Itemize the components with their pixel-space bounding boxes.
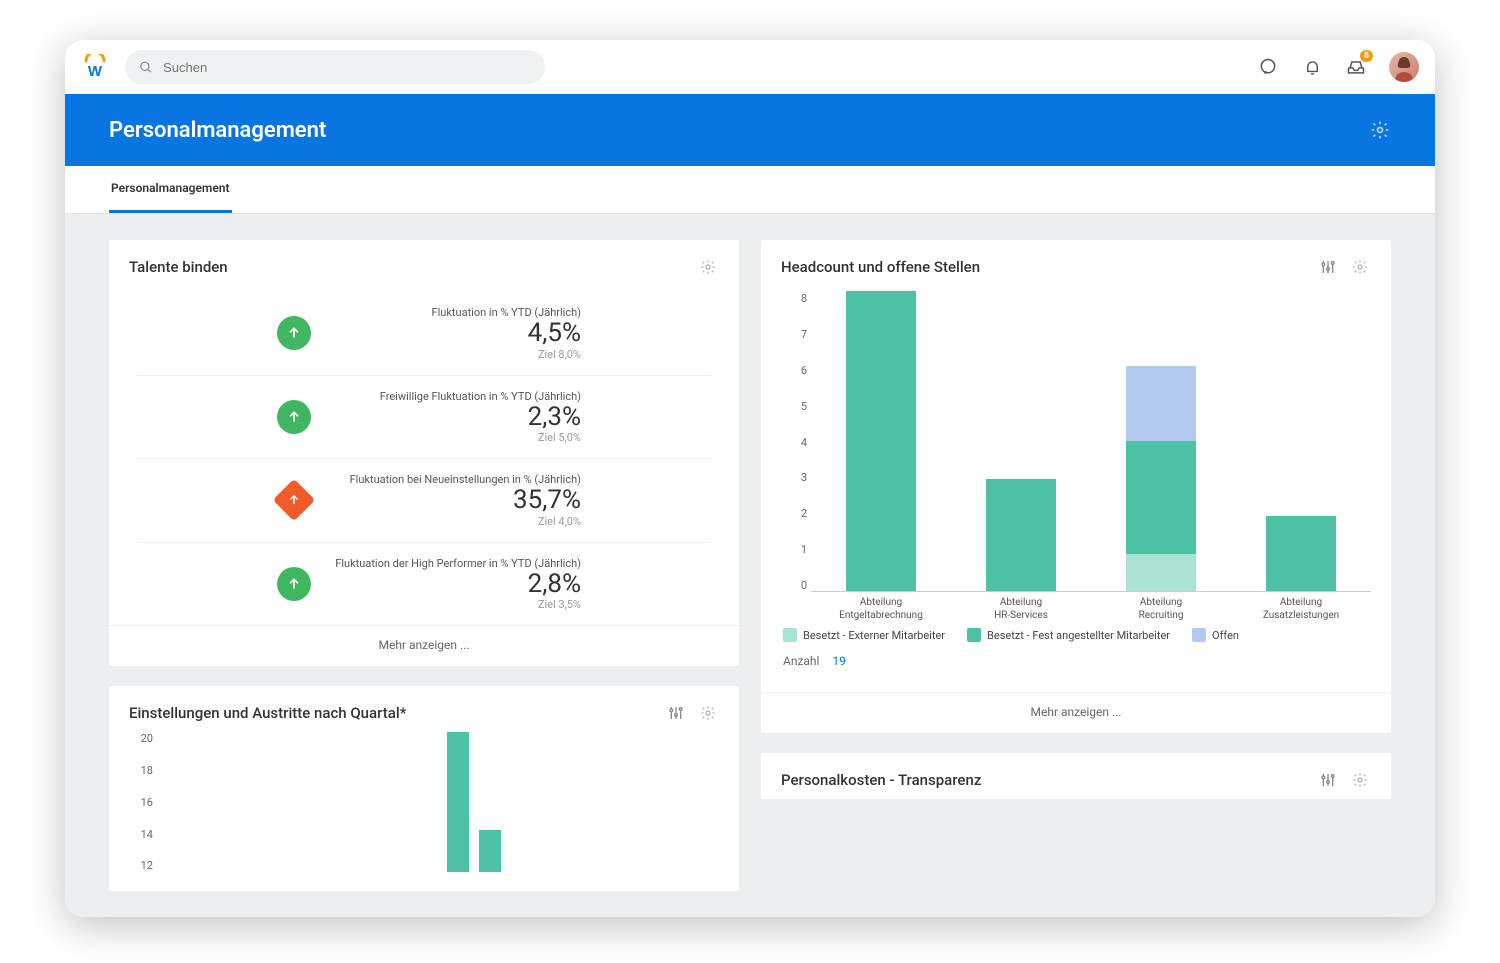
legend-item[interactable]: Besetzt - Fest angestellter Mitarbeiter (967, 628, 1170, 642)
card-personalkosten: Personalkosten - Transparenz (761, 753, 1391, 799)
legend-label: Besetzt - Fest angestellter Mitarbeiter (987, 629, 1170, 642)
card-title: Headcount und offene Stellen (781, 258, 980, 276)
metric-target: Ziel 8,0% (331, 348, 581, 361)
tab-personalmanagement[interactable]: Personalmanagement (109, 166, 232, 213)
card-title: Einstellungen und Austritte nach Quartal… (129, 704, 406, 722)
summary-label: Anzahl (783, 654, 819, 668)
x-axis-label: AbteilungZusatzleistungen (1241, 596, 1361, 622)
metric-value: 35,7% (329, 486, 581, 515)
metric-target: Ziel 5,0% (331, 431, 581, 444)
tab-bar: Personalmanagement (65, 166, 1435, 214)
metric-value: 2,8% (331, 570, 581, 599)
hires-chart: 2018161412 (109, 732, 739, 872)
avatar[interactable] (1389, 52, 1419, 82)
bar[interactable] (986, 479, 1056, 592)
card-title: Personalkosten - Transparenz (781, 771, 981, 789)
gear-icon[interactable] (1349, 769, 1371, 791)
metric-row[interactable]: Fluktuation der High Performer in % YTD … (137, 543, 711, 626)
sliders-icon[interactable] (1317, 769, 1339, 791)
inbox-icon[interactable]: 8 (1345, 56, 1367, 78)
page-settings-gear-icon[interactable] (1369, 119, 1391, 141)
bell-icon[interactable] (1301, 56, 1323, 78)
x-axis-label: AbteilungEntgeltabrechnung (821, 596, 941, 622)
card-einstellungen-austritte: Einstellungen und Austritte nach Quartal… (109, 686, 739, 891)
svg-text:W: W (88, 63, 103, 80)
legend-label: Besetzt - Externer Mitarbeiter (803, 629, 945, 642)
show-more-link[interactable]: Mehr anzeigen ... (109, 625, 739, 666)
arrow-up-icon (277, 567, 311, 601)
dashboard-content: Talente binden Fluktuation in % YTD (Jäh… (65, 214, 1435, 917)
inbox-badge: 8 (1360, 50, 1373, 62)
metric-row[interactable]: Freiwillige Fluktuation in % YTD (Jährli… (137, 376, 711, 460)
chart-summary: Anzahl 19 (781, 646, 1371, 682)
sliders-icon[interactable] (1317, 256, 1339, 278)
legend-item[interactable]: Offen (1192, 628, 1239, 642)
legend-item[interactable]: Besetzt - Externer Mitarbeiter (783, 628, 945, 642)
topbar-actions: 8 (1257, 52, 1419, 82)
arrow-up-icon (277, 400, 311, 434)
card-talente-binden: Talente binden Fluktuation in % YTD (Jäh… (109, 240, 739, 666)
search-box[interactable] (125, 50, 545, 84)
card-headcount: Headcount und offene Stellen 876543210 A… (761, 240, 1391, 733)
summary-value: 19 (832, 654, 846, 668)
bar[interactable] (846, 291, 916, 591)
gear-icon[interactable] (697, 702, 719, 724)
card-title: Talente binden (129, 258, 228, 276)
app-logo[interactable]: W (81, 53, 109, 81)
search-icon (139, 60, 153, 75)
bar[interactable] (479, 830, 501, 872)
metric-target: Ziel 4,0% (329, 515, 581, 528)
metric-row[interactable]: Fluktuation bei Neueinstellungen in % (J… (137, 459, 711, 543)
arrow-up-warning-icon (273, 479, 315, 521)
headcount-chart: 876543210 AbteilungEntgeltabrechnungAbte… (781, 292, 1371, 622)
metric-label: Fluktuation der High Performer in % YTD … (331, 557, 581, 570)
x-axis-label: AbteilungHR-Services (961, 596, 1081, 622)
gear-icon[interactable] (697, 256, 719, 278)
metric-value: 2,3% (331, 403, 581, 432)
gear-icon[interactable] (1349, 256, 1371, 278)
search-input[interactable] (163, 60, 531, 75)
page-title: Personalmanagement (109, 118, 326, 143)
metric-target: Ziel 3,5% (331, 598, 581, 611)
bar[interactable] (1266, 516, 1336, 591)
metric-row[interactable]: Fluktuation in % YTD (Jährlich) 4,5% Zie… (137, 292, 711, 376)
show-more-link[interactable]: Mehr anzeigen ... (761, 692, 1391, 733)
chat-icon[interactable] (1257, 56, 1279, 78)
legend-label: Offen (1212, 629, 1239, 642)
x-axis-label: AbteilungRecruiting (1101, 596, 1221, 622)
metric-label: Freiwillige Fluktuation in % YTD (Jährli… (331, 390, 581, 403)
arrow-up-icon (277, 316, 311, 350)
metric-value: 4,5% (331, 319, 581, 348)
page-header: Personalmanagement (65, 94, 1435, 166)
bar[interactable] (447, 732, 469, 872)
sliders-icon[interactable] (665, 702, 687, 724)
bar[interactable] (1126, 366, 1196, 591)
topbar: W 8 (65, 40, 1435, 94)
chart-legend: Besetzt - Externer Mitarbeiter Besetzt -… (781, 622, 1371, 646)
